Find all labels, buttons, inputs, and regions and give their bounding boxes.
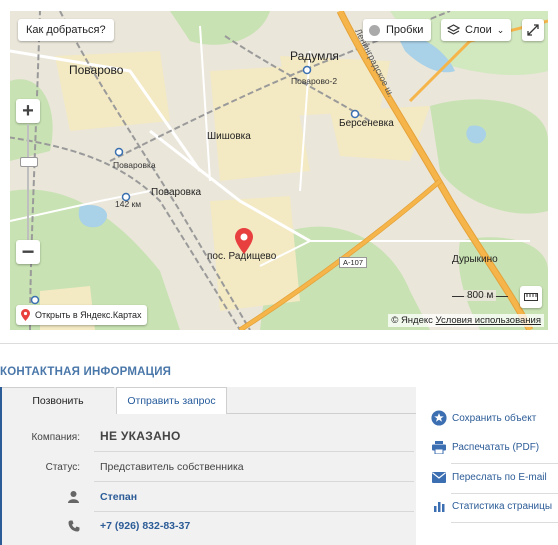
contact-section-title: КОНТАКТНАЯ ИНФОРМАЦИЯ (0, 366, 172, 378)
zoom-slider-track[interactable] (27, 124, 29, 240)
page-stats-link[interactable]: Статистика страницы (431, 496, 558, 523)
save-object-link[interactable]: Сохранить объект (431, 408, 558, 428)
tab-call[interactable]: Позвонить (2, 387, 114, 414)
ruler-button[interactable] (520, 286, 542, 308)
layers-button[interactable]: Слои ⌄ (441, 19, 512, 41)
plus-icon: + (22, 99, 34, 122)
chevron-down-icon: ⌄ (496, 24, 505, 35)
phone-row: +7 (926) 832-83-37 (2, 512, 414, 541)
layers-icon (447, 24, 460, 36)
map-scale: 800 м (452, 290, 512, 304)
expand-icon (527, 24, 539, 36)
open-in-yandex-maps-button[interactable]: Открыть в Яндекс.Картах (16, 305, 148, 325)
copyright-brand: © Яндекс (391, 315, 433, 326)
minus-icon: − (21, 239, 35, 264)
open-in-yandex-maps-label: Открыть в Яндекс.Картах (35, 310, 142, 320)
printer-icon (431, 439, 447, 455)
location-pin-icon[interactable] (235, 228, 253, 259)
person-row: Степан (2, 483, 414, 512)
company-row: Компания: НЕ УКАЗАНО (2, 423, 414, 452)
zoom-slider-thumb[interactable] (20, 157, 38, 167)
traffic-button[interactable]: Пробки (363, 19, 432, 41)
map[interactable]: Поварово Радумля Поварово-2 Берсеневка Ш… (10, 11, 548, 330)
print-pdf-label: Распечатать (PDF) (452, 441, 540, 453)
contact-person-name[interactable]: Степан (100, 491, 137, 503)
map-label-142km: 142 км (115, 199, 142, 209)
email-forward-label: Переслать по E-mail (452, 471, 547, 483)
star-icon (431, 410, 447, 426)
map-scale-label: 800 м (464, 290, 497, 301)
map-label-shishovka: Шишовка (207, 131, 251, 142)
map-label-durykino: Дурыкино (452, 254, 498, 265)
map-pin-icon (21, 309, 30, 321)
map-label-povarovo2: Поварово-2 (291, 76, 338, 86)
ruler-icon (524, 293, 538, 301)
layers-button-label: Слои (465, 24, 492, 36)
traffic-button-label: Пробки (386, 24, 424, 36)
print-pdf-link[interactable]: Распечатать (PDF) (431, 437, 558, 464)
zoom-out-button[interactable]: − (16, 239, 40, 264)
company-value: НЕ УКАЗАНО (100, 429, 181, 443)
section-divider (0, 343, 558, 344)
route-button-label: Как добраться? (26, 24, 106, 36)
zoom-in-button[interactable]: + (16, 99, 40, 123)
bar-chart-icon (431, 498, 447, 514)
map-label-bersenevka: Берсеневка (339, 118, 394, 129)
map-copyright: © Яндекс Условия использования (388, 314, 544, 327)
map-label-povarovo: Поварово (69, 63, 124, 77)
phone-icon (68, 519, 80, 537)
map-label-radumlya: Радумля (290, 49, 339, 63)
status-row: Статус: Представитель собственника (2, 453, 414, 482)
terms-of-use-link[interactable]: Условия использования (436, 315, 541, 326)
save-object-label: Сохранить объект (452, 412, 537, 424)
company-label: Компания: (31, 432, 80, 443)
road-badge: А-107 (339, 257, 368, 268)
mail-icon (431, 469, 447, 485)
map-label-povarovka-station: Поваровка (113, 160, 156, 170)
map-label-povarovka: Поваровка (151, 187, 202, 198)
route-button[interactable]: Как добраться? (18, 19, 114, 41)
person-icon (68, 490, 79, 508)
status-label: Статус: (45, 462, 80, 473)
status-value: Представитель собственника (100, 461, 244, 473)
traffic-icon (369, 24, 380, 36)
contact-phone[interactable]: +7 (926) 832-83-37 (100, 520, 190, 532)
tab-send-request[interactable]: Отправить запрос (116, 387, 227, 414)
map-canvas[interactable] (10, 11, 548, 330)
email-forward-link[interactable]: Переслать по E-mail (431, 467, 558, 494)
tab-strip-line (227, 413, 416, 414)
page-stats-label: Статистика страницы (452, 500, 553, 512)
fullscreen-button[interactable] (522, 19, 544, 41)
